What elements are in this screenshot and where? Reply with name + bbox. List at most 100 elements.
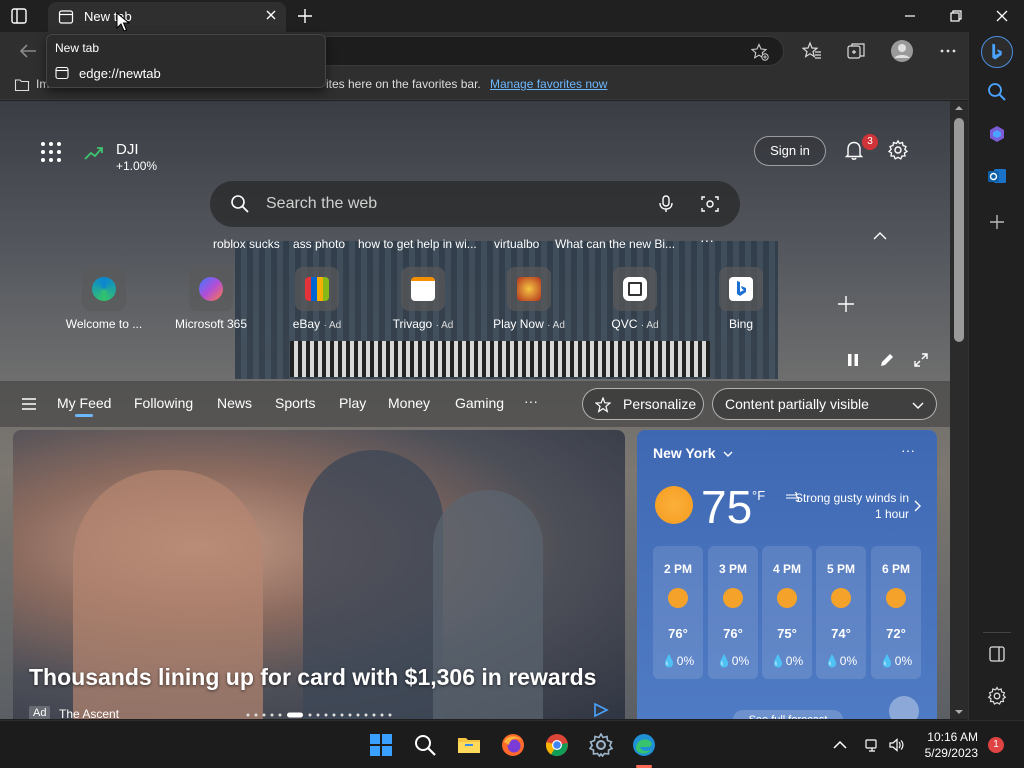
- chrome-icon[interactable]: [545, 733, 569, 757]
- quick-link-ebay[interactable]: eBay · Ad: [272, 267, 362, 333]
- background-crowd: [290, 341, 710, 377]
- feed-tab-sports[interactable]: Sports: [275, 395, 315, 411]
- clock-date[interactable]: 5/29/2023: [914, 746, 978, 760]
- apps-launcher-icon[interactable]: [40, 141, 62, 163]
- hourly-forecast-item: 6 PM 72° 💧0%: [871, 546, 921, 679]
- feed-tab-money[interactable]: Money: [388, 395, 430, 411]
- quick-link-trivago[interactable]: Trivago · Ad: [378, 267, 468, 333]
- search-input[interactable]: [266, 191, 646, 217]
- settings-app-icon[interactable]: [589, 733, 613, 757]
- feed-tab-my-feed[interactable]: My Feed: [57, 395, 111, 417]
- story-headline[interactable]: Thousands lining up for card with $1,306…: [29, 664, 596, 691]
- carousel-dots[interactable]: [245, 712, 395, 718]
- microphone-icon[interactable]: [656, 194, 676, 214]
- add-site-plus-icon[interactable]: [836, 294, 856, 314]
- show-hidden-icons-chevron-icon[interactable]: [832, 737, 848, 753]
- feed-more-button[interactable]: ···: [524, 393, 538, 409]
- feed-tab-following[interactable]: Following: [134, 395, 193, 411]
- weather-menu-button[interactable]: ···: [901, 442, 915, 458]
- quick-link-welcome[interactable]: Welcome to ...: [59, 267, 149, 333]
- scrollbar-thumb[interactable]: [954, 118, 964, 342]
- favorites-icon[interactable]: [802, 41, 822, 61]
- favorites-bar-message: ites here on the favorites bar.: [326, 77, 481, 91]
- trivago-logo-icon: [411, 277, 435, 301]
- trending-search-item[interactable]: virtualbo: [494, 237, 539, 251]
- chevron-down-icon[interactable]: [723, 450, 733, 458]
- collections-icon[interactable]: [846, 41, 866, 61]
- profile-avatar-icon[interactable]: [890, 39, 914, 63]
- windows-start-icon[interactable]: [369, 733, 393, 757]
- microsoft-365-icon[interactable]: [987, 124, 1007, 144]
- feed-navigation-bar: My Feed Following News Sports Play Money…: [0, 381, 950, 427]
- tooltip-title: New tab: [55, 41, 100, 55]
- add-sidebar-app-icon[interactable]: [987, 212, 1007, 232]
- chevron-up-icon[interactable]: [872, 229, 888, 241]
- scroll-up-arrow-icon[interactable]: [952, 103, 966, 113]
- manage-favorites-link[interactable]: Manage favorites now: [490, 77, 607, 91]
- quick-link-qvc[interactable]: QVC · Ad: [590, 267, 680, 333]
- hour-precipitation: 💧0%: [661, 654, 695, 668]
- more-options-icon[interactable]: [938, 41, 958, 61]
- temperature-unit[interactable]: °F: [752, 488, 765, 503]
- edge-browser-icon[interactable]: [632, 733, 656, 757]
- restore-icon[interactable]: [946, 6, 966, 26]
- edit-background-icon[interactable]: [880, 353, 894, 367]
- scroll-down-arrow-icon[interactable]: [952, 707, 966, 717]
- taskbar-search-icon[interactable]: [413, 733, 437, 757]
- close-tab-icon[interactable]: [264, 8, 278, 22]
- personalize-button[interactable]: Personalize: [582, 388, 704, 420]
- game-logo-icon: [517, 277, 541, 301]
- trending-search-item[interactable]: roblox sucks: [213, 237, 280, 251]
- close-window-icon[interactable]: [992, 6, 1012, 26]
- clock-time[interactable]: 10:16 AM: [920, 730, 978, 744]
- visual-search-icon[interactable]: [700, 194, 720, 214]
- network-icon[interactable]: [864, 737, 880, 753]
- hamburger-menu-icon[interactable]: [22, 398, 36, 410]
- minimize-icon[interactable]: [900, 6, 920, 26]
- tab-actions-icon[interactable]: [10, 7, 28, 25]
- content-visibility-label: Content partially visible: [725, 396, 869, 412]
- feed-tab-gaming[interactable]: Gaming: [455, 395, 504, 411]
- sunny-icon: [886, 588, 906, 608]
- feed-tab-play[interactable]: Play: [339, 395, 366, 411]
- pause-background-icon[interactable]: [846, 353, 860, 367]
- see-full-forecast-button[interactable]: See full forecast: [733, 710, 843, 719]
- search-icon[interactable]: [987, 82, 1007, 102]
- quick-link-label: Welcome to ...: [65, 317, 143, 331]
- settings-gear-icon[interactable]: [887, 139, 909, 161]
- trending-more-button[interactable]: ···: [700, 232, 714, 248]
- stock-ticker[interactable]: DJI: [116, 141, 139, 158]
- adchoices-icon[interactable]: [593, 702, 609, 718]
- import-favorites-icon[interactable]: [14, 77, 30, 93]
- weather-card[interactable]: New York ··· 75 °F Strong gusty winds in…: [637, 430, 937, 719]
- quick-link-tile: [295, 267, 339, 311]
- outlook-icon[interactable]: [987, 166, 1007, 186]
- back-arrow-icon[interactable]: [18, 42, 38, 60]
- add-favorite-icon[interactable]: [751, 43, 769, 61]
- expand-icon[interactable]: [914, 353, 928, 367]
- tab-new-tab[interactable]: New tab: [48, 2, 286, 32]
- hide-sidebar-icon[interactable]: [987, 644, 1007, 664]
- firefox-icon[interactable]: [501, 733, 525, 757]
- bing-chat-icon[interactable]: [981, 36, 1013, 68]
- weather-map-icon[interactable]: [889, 696, 919, 719]
- sidebar-settings-gear-icon[interactable]: [987, 686, 1007, 706]
- quick-link-bing[interactable]: Bing: [696, 267, 786, 333]
- weather-city[interactable]: New York: [653, 445, 716, 461]
- web-search-box[interactable]: [210, 181, 740, 227]
- personalize-label: Personalize: [623, 396, 697, 412]
- notification-center-badge[interactable]: 1: [988, 737, 1004, 753]
- feed-tab-news[interactable]: News: [217, 395, 252, 411]
- content-visibility-dropdown[interactable]: Content partially visible: [712, 388, 937, 420]
- new-tab-plus-icon[interactable]: [296, 7, 314, 25]
- trending-search-item[interactable]: ass photo: [293, 237, 345, 251]
- quick-link-microsoft-365[interactable]: Microsoft 365: [166, 267, 256, 333]
- featured-story-card[interactable]: Thousands lining up for card with $1,306…: [13, 430, 625, 719]
- quick-link-play-now[interactable]: Play Now · Ad: [484, 267, 574, 333]
- chevron-right-icon[interactable]: [913, 500, 921, 512]
- sign-in-button[interactable]: Sign in: [754, 136, 826, 166]
- trending-search-item[interactable]: What can the new Bi...: [555, 237, 675, 251]
- file-explorer-icon[interactable]: [457, 733, 481, 757]
- volume-icon[interactable]: [888, 737, 904, 753]
- trending-search-item[interactable]: how to get help in wi...: [358, 237, 477, 251]
